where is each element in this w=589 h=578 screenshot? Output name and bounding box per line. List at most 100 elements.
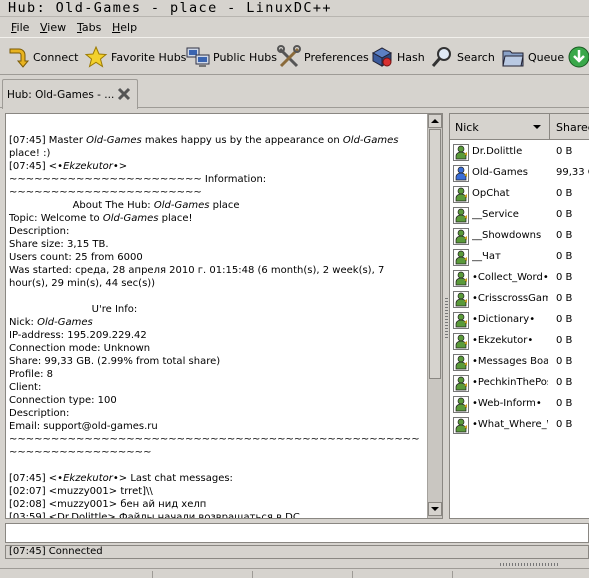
chat-line: About The Hub: Old-Games place [9,200,240,211]
chat-line: Share size: 3,15 TB. [9,239,109,250]
favorite-hubs-button[interactable]: Favorite Hubs [84,44,186,70]
user-row[interactable]: •Dictionary• 0 B [450,310,589,331]
user-row[interactable]: •Collect_Word• 0 B [450,268,589,289]
user-icon [453,417,469,437]
user-shared: 0 B [556,377,573,388]
hash-button[interactable]: Hash [370,44,425,70]
user-icon [453,249,469,269]
preferences-button[interactable]: Preferences [277,44,369,70]
user-nick: •CrisscrossGame• [472,293,548,304]
user-row[interactable]: •What_Where_When• 0 B [450,415,589,436]
close-tab-button[interactable] [116,86,132,105]
user-row[interactable]: Old-Games 99,33 G [450,163,589,184]
user-nick: __Showdowns [472,230,542,241]
chat-line: Connection mode: Unknown [9,343,151,354]
connect-button[interactable]: Connect [6,44,78,70]
chat-line: Users count: 25 from 6000 [9,252,143,263]
tab-hub-old-games[interactable]: Hub: Old-Games - ... [2,79,138,109]
download-button[interactable] [567,44,589,70]
chat-line: [07:45] Master Old-Games makes happy us … [9,135,402,159]
user-row[interactable]: OpChat 0 B [450,184,589,205]
user-nick: •Collect_Word• [472,272,548,283]
user-nick: __Service [472,209,519,220]
user-nick: •Web-Inform• [472,398,542,409]
menu-file[interactable]: File [11,21,29,34]
window-titlebar: Hub: Old-Games - place - LinuxDC++ [0,0,589,17]
user-row[interactable]: __Чат 0 B [450,247,589,268]
self-user-icon [453,165,469,185]
tab-strip: Hub: Old-Games - ... [0,76,589,109]
public-hubs-button[interactable]: Public Hubs [186,44,277,70]
user-shared: 0 B [556,398,573,409]
sort-down-icon [533,125,541,129]
chat-line: Description: [9,408,70,419]
chat-line: [02:08] <muzzy001> бен ай нид хелп [9,499,207,510]
user-nick: •Ekzekutor• [472,335,534,346]
column-nick[interactable]: Nick [450,114,550,140]
splitter-grip [445,298,448,338]
chat-line: Topic: Welcome to Old-Games place! [9,213,193,224]
chat-line [9,459,423,472]
window-title: Hub: Old-Games - place - LinuxDC++ [8,0,332,16]
user-shared: 0 B [556,419,573,430]
arrow-up-icon [431,119,439,123]
user-icon [453,207,469,227]
chat-line: Share: 99,33 GB. (2.99% from total share… [9,356,221,367]
user-nick: •Dictionary• [472,314,536,325]
resize-grip[interactable] [500,563,560,566]
hash-icon [371,47,393,67]
user-list-header: Nick Shared [450,114,589,140]
chat-log[interactable]: [07:45] Master Old-Games makes happy us … [6,114,427,518]
chat-line: Description: [9,226,70,237]
user-nick: •Messages Board• [472,356,548,367]
queue-button[interactable]: Queue [501,44,564,70]
user-row[interactable]: __Showdowns 0 B [450,226,589,247]
user-nick: •What_Where_When• [472,419,548,430]
user-nick: OpChat [472,188,510,199]
menu-tabs[interactable]: Tabs [77,21,101,34]
search-icon [431,47,451,67]
bottom-statusbar [0,568,589,578]
user-nick: •PechkinThePost• [472,377,548,388]
chat-line [9,290,423,303]
scroll-thumb[interactable] [429,129,441,379]
user-nick: Dr.Dolittle [472,146,523,157]
user-row[interactable]: •Messages Board• 0 B [450,352,589,373]
chat-line: Email: support@old-games.ru [9,421,158,432]
user-icon [453,396,469,416]
arrow-down-icon [431,507,439,511]
user-icon [453,312,469,332]
scroll-up-button[interactable] [428,114,442,128]
menu-help[interactable]: Help [112,21,137,34]
user-list: Nick Shared Dr.Dolittle 0 B Old-Games 99,33… [449,113,589,519]
user-row[interactable]: •Web-Inform• 0 B [450,394,589,415]
user-shared: 99,33 G [556,167,589,178]
user-icon [453,144,469,164]
chat-line: Nick: Old-Games [9,317,93,328]
status-text: [07:45] Connected [9,546,103,557]
user-icon [453,270,469,290]
menu-view[interactable]: View [40,21,66,34]
user-shared: 0 B [556,293,573,304]
user-icon [453,333,469,353]
user-shared: 0 B [556,209,573,220]
user-row[interactable]: Dr.Dolittle 0 B [450,142,589,163]
download-arrow-icon [568,46,589,68]
menu-bar: File View Tabs Help [0,17,589,37]
computers-icon [186,47,210,67]
scroll-down-button[interactable] [428,502,442,516]
message-input[interactable] [5,523,589,543]
search-button[interactable]: Search [430,44,495,70]
chat-line: Was started: среда, 28 апреля 2010 г. 01… [9,265,388,289]
user-shared: 0 B [556,188,573,199]
user-row[interactable]: •CrisscrossGame• 0 B [450,289,589,310]
chat-line: [02:07] <muzzy001> trret]\\ [9,486,153,497]
star-icon [84,45,108,68]
user-row[interactable]: __Service 0 B [450,205,589,226]
chat-scrollbar[interactable] [427,114,442,518]
user-row[interactable]: •Ekzekutor• 0 B [450,331,589,352]
user-row[interactable]: •PechkinThePost• 0 B [450,373,589,394]
chat-line: ~~~~~~~~~~~~~~~~~~~~~~~~~~~~~~~~~~~~~~~~… [9,434,420,458]
user-shared: 0 B [556,251,573,262]
user-nick: __Чат [472,251,501,262]
